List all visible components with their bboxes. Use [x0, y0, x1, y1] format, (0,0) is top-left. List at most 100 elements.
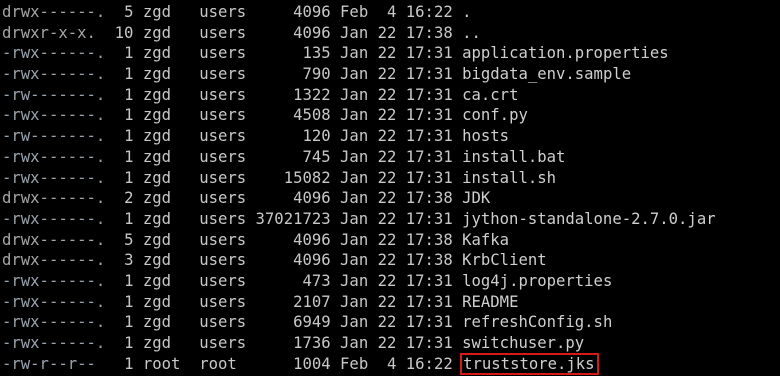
file-size: 1322: [293, 85, 331, 104]
file-size: 120: [302, 127, 331, 146]
filename[interactable]: log4j.properties: [462, 272, 612, 290]
listing-row: -rwx------. 1 zgd users 6949 Jan 22 17:3…: [0, 312, 780, 333]
terminal-window[interactable]: drwx------. 5 zgd users 4096 Feb 4 16:22…: [0, 0, 780, 376]
owner: zgd: [142, 292, 172, 311]
month: Feb: [340, 354, 369, 373]
permissions: -rwx------.: [2, 209, 106, 228]
day: 22: [377, 271, 397, 290]
owner: zgd: [142, 65, 172, 84]
filename[interactable]: .: [462, 3, 471, 21]
permissions: -rwx------.: [2, 147, 106, 166]
month: Jan: [340, 106, 369, 125]
owner: zgd: [142, 106, 172, 125]
filename[interactable]: conf.py: [462, 106, 528, 124]
filename[interactable]: hosts: [462, 127, 509, 145]
link-count: 3: [124, 251, 134, 270]
filename[interactable]: jython-standalone-2.7.0.jar: [462, 210, 715, 228]
day: 22: [377, 65, 397, 84]
filename[interactable]: install.sh: [462, 169, 556, 187]
filename[interactable]: ..: [462, 24, 481, 42]
filename[interactable]: install.bat: [462, 148, 565, 166]
month: Jan: [340, 85, 369, 104]
filename[interactable]: refreshConfig.sh: [462, 313, 612, 331]
day: 22: [377, 106, 397, 125]
time: 16:22: [405, 3, 453, 21]
file-size: 790: [302, 65, 331, 84]
day: 4: [387, 354, 397, 373]
filename[interactable]: ca.crt: [462, 86, 518, 104]
time: 17:31: [405, 313, 453, 332]
time: 17:31: [405, 106, 453, 125]
file-size: 4508: [293, 106, 331, 125]
filename[interactable]: JDK: [462, 189, 490, 207]
filename[interactable]: bigdata_env.sample: [462, 65, 631, 83]
group: users: [199, 44, 247, 63]
listing-row: drwx------. 5 zgd users 4096 Jan 22 17:3…: [0, 230, 780, 251]
link-count: 5: [124, 230, 134, 249]
day: 22: [377, 230, 397, 249]
link-count: 1: [124, 44, 134, 63]
permissions: -rwx------.: [2, 334, 106, 352]
day: 22: [377, 334, 397, 352]
permissions: -rw-------.: [2, 127, 106, 146]
time: 17:31: [405, 168, 453, 187]
time: 17:31: [405, 44, 453, 63]
filename[interactable]: switchuser.py: [462, 334, 584, 352]
filename[interactable]: Kafka: [462, 231, 509, 249]
permissions: -rwx------.: [2, 313, 106, 332]
time: 17:31: [405, 147, 453, 166]
owner: root: [142, 354, 181, 373]
group: users: [199, 85, 247, 104]
owner: zgd: [142, 147, 172, 166]
listing-row: -rwx------. 1 zgd users 37021723 Jan 22 …: [0, 209, 780, 230]
group: users: [199, 127, 247, 146]
owner: zgd: [142, 3, 172, 21]
time: 17:38: [405, 251, 453, 270]
owner: zgd: [142, 209, 172, 228]
month: Jan: [340, 230, 369, 249]
permissions: -rwx------.: [2, 44, 106, 63]
file-size: 1736: [293, 334, 331, 352]
time: 17:31: [405, 65, 453, 84]
permissions: -rwx------.: [2, 106, 106, 125]
link-count: 1: [124, 106, 134, 125]
listing-row: -rw-------. 1 zgd users 120 Jan 22 17:31…: [0, 126, 780, 147]
month: Jan: [340, 168, 369, 187]
month: Jan: [340, 209, 369, 228]
link-count: 1: [124, 209, 134, 228]
file-size: 4096: [293, 3, 331, 21]
listing-row: -rwx------. 1 zgd users 135 Jan 22 17:31…: [0, 43, 780, 64]
filename[interactable]: README: [462, 293, 518, 311]
link-count: 1: [124, 127, 134, 146]
month: Feb: [340, 3, 369, 21]
permissions: -rwx------.: [2, 168, 106, 187]
group: users: [199, 3, 247, 21]
day: 22: [377, 127, 397, 146]
group: users: [199, 271, 247, 290]
group: users: [199, 23, 247, 42]
month: Jan: [340, 251, 369, 270]
filename[interactable]: application.properties: [462, 44, 669, 62]
month: Jan: [340, 23, 369, 42]
day: 22: [377, 23, 397, 42]
file-size: 135: [302, 44, 331, 63]
highlighted-filename[interactable]: truststore.jks: [460, 352, 599, 375]
group: root: [199, 354, 237, 373]
permissions: -rwx------.: [2, 292, 106, 311]
owner: zgd: [142, 23, 172, 42]
file-size: 15082: [283, 168, 331, 187]
link-count: 2: [124, 189, 134, 208]
day: 22: [377, 44, 397, 63]
filename[interactable]: KrbClient: [462, 251, 547, 269]
link-count: 1: [124, 147, 134, 166]
time: 17:31: [405, 271, 453, 290]
owner: zgd: [142, 168, 172, 187]
group: users: [199, 65, 247, 84]
file-size: 4096: [293, 230, 331, 249]
file-size: 745: [302, 147, 331, 166]
day: 22: [377, 147, 397, 166]
listing-row: -rwx------. 1 zgd users 1736 Jan 22 17:3…: [0, 333, 780, 354]
owner: zgd: [142, 251, 172, 270]
listing-row: -rwx------. 1 zgd users 4508 Jan 22 17:3…: [0, 105, 780, 126]
file-size: 4096: [293, 189, 331, 208]
